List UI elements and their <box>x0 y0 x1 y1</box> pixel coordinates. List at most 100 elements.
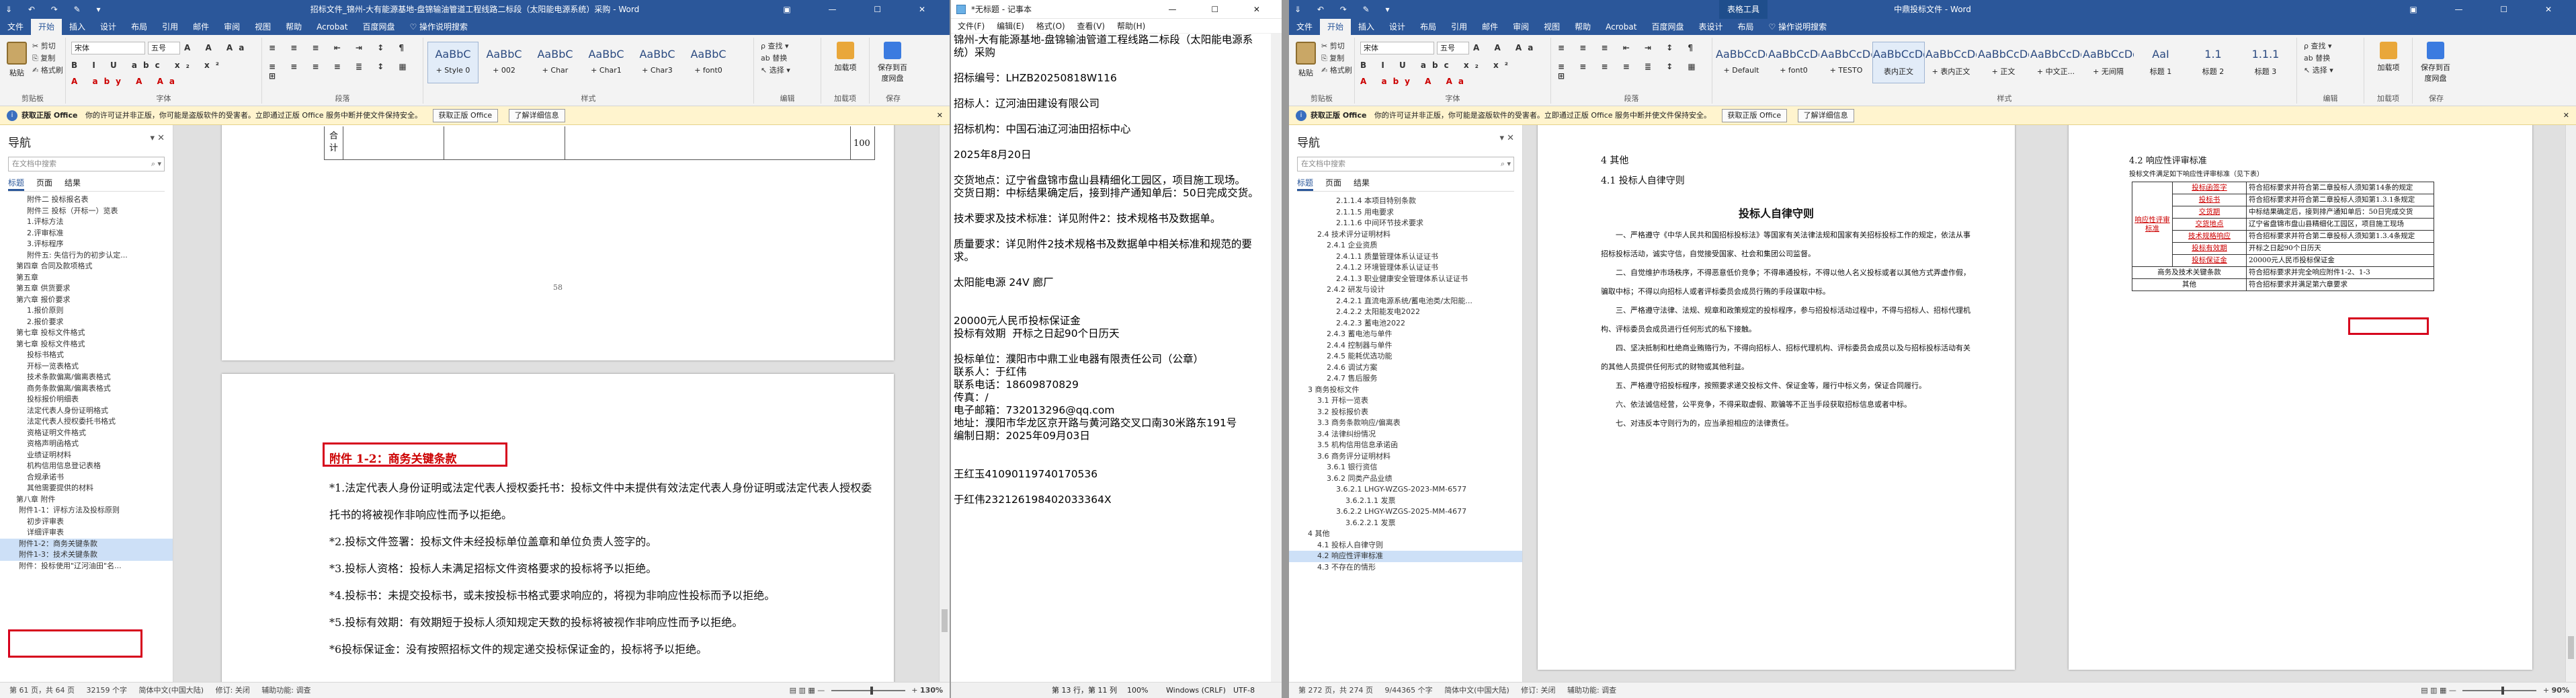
nav-search-input[interactable]: 在文档中搜索 ⌕ ▾ <box>1297 157 1514 171</box>
save-baidu-button[interactable]: 保存到百度网盘 <box>876 42 909 83</box>
nav-heading-item[interactable]: 2.1.1.6 中间环节技术要求 <box>1289 218 1522 229</box>
word-count[interactable]: 32159 个字 <box>86 686 127 695</box>
nav-heading-item[interactable]: 2.4.5 能耗优选功能 <box>1289 351 1522 362</box>
nav-heading-item[interactable]: 4 其他 <box>1289 529 1522 540</box>
style-item[interactable]: AaBbC + Style 0 <box>427 42 479 83</box>
zoom-level[interactable]: 130% <box>920 686 943 695</box>
grow-shrink-font[interactable]: A A Aa <box>184 43 250 52</box>
close-icon[interactable]: ✕ <box>2563 106 2569 124</box>
vertical-scrollbar[interactable] <box>2565 125 2576 682</box>
nav-heading-item[interactable]: 2.4.4 控制器与单件 <box>1289 340 1522 352</box>
tab-help[interactable]: 帮助 <box>1567 19 1598 35</box>
select-button[interactable]: ↖ 选择 ▾ <box>761 65 790 77</box>
paste-button[interactable]: 粘贴 <box>1293 42 1319 82</box>
tab-insert[interactable]: 插入 <box>1351 19 1382 35</box>
window-controls[interactable]: ▣ — ☐ ✕ <box>2409 0 2569 19</box>
nav-heading-item[interactable]: 商务条款偏离/偏离表格式 <box>0 383 173 395</box>
nav-heading-item[interactable]: 3.6.2.1.1 发票 <box>1289 496 1522 507</box>
nav-heading-item[interactable]: 3.4 法律纠纷情况 <box>1289 429 1522 440</box>
font-size-box[interactable]: 五号 <box>1437 42 1469 54</box>
menu-help[interactable]: 帮助(H) <box>1117 22 1145 31</box>
style-item[interactable]: AaBbCcDc + Default <box>1715 42 1768 83</box>
find-button[interactable]: ρ 查找 ▾ <box>761 40 789 52</box>
get-genuine-button[interactable]: 获取正版 Office <box>432 109 499 122</box>
nav-heading-item[interactable]: 法定代表人授权委托书格式 <box>0 416 173 428</box>
font-size-box[interactable]: 五号 <box>148 42 180 54</box>
vertical-scrollbar[interactable] <box>1271 34 1282 682</box>
tab-home[interactable]: 开始 <box>1320 19 1352 35</box>
nav-heading-item[interactable]: 附件：投标使用"辽河油田"名... <box>0 561 173 572</box>
nav-tab-headings[interactable]: 标题 <box>1297 177 1314 191</box>
menu-file[interactable]: 文件(F) <box>958 22 985 31</box>
style-item[interactable]: AaBbCcDd + 中文正... <box>2030 42 2082 83</box>
tab-view[interactable]: 视图 <box>1536 19 1567 35</box>
menu-view[interactable]: 查看(V) <box>1077 22 1106 31</box>
tell-me-search[interactable]: ♡ 操作说明搜索 <box>402 19 475 35</box>
save-baidu-button[interactable]: 保存到百度网盘 <box>2419 42 2452 83</box>
style-item[interactable]: AaBbC + 002 <box>479 42 530 83</box>
notepad-text-area[interactable]: 锦州-大有能源基地-盘锦输油管道工程线路二标段（太阳能电源系统）采购 招标编号：… <box>951 34 1271 682</box>
nav-close-icon[interactable]: ▾ ✕ <box>150 133 165 143</box>
nav-heading-item[interactable]: 1.评标方法 <box>0 217 173 228</box>
tab-view[interactable]: 视图 <box>247 19 278 35</box>
style-item[interactable]: AaBbCcDd + 正文 <box>1977 42 2030 83</box>
nav-heading-item[interactable]: 2.4.7 售后服务 <box>1289 373 1522 385</box>
tab-layout[interactable]: 布局 <box>124 19 155 35</box>
addins-button[interactable]: 加载项 <box>2372 42 2405 73</box>
style-item[interactable]: AaBbC + font0 <box>683 42 734 83</box>
format-painter-button[interactable]: ✍ 格式刷 <box>1321 65 1352 77</box>
style-item[interactable]: AaBbC + Char1 <box>581 42 632 83</box>
nav-heading-item[interactable]: 3.5 机构信用信息承诺函 <box>1289 440 1522 451</box>
nav-heading-item[interactable]: 3.6.2.2 LHGY-WZGS-2025-MM-4677 <box>1289 506 1522 518</box>
nav-heading-item[interactable]: 投标书格式 <box>0 350 173 361</box>
window-controls[interactable]: ▣ — ☐ ✕ <box>783 0 943 19</box>
tell-me-search[interactable]: ♡ 操作说明搜索 <box>1761 19 1835 35</box>
nav-heading-item[interactable]: 3.1 开标一览表 <box>1289 395 1522 407</box>
page-count[interactable]: 第 272 页，共 274 页 <box>1298 686 1373 695</box>
nav-heading-item[interactable]: 附件1-2：商务关键条款 <box>0 538 173 549</box>
tab-acrobat[interactable]: Acrobat <box>1598 19 1644 35</box>
tab-table-design[interactable]: 表设计 <box>1691 19 1730 35</box>
page-count[interactable]: 第 61 页，共 64 页 <box>9 686 75 695</box>
font-color-row[interactable]: A aby A Aa <box>71 77 181 86</box>
vertical-scrollbar[interactable] <box>939 125 950 682</box>
menu-format[interactable]: 格式(O) <box>1036 22 1065 31</box>
nav-heading-item[interactable]: 机构信用信息登记表格 <box>0 461 173 472</box>
nav-heading-item[interactable]: 第四章 合同及款项格式 <box>0 261 173 272</box>
nav-heading-item[interactable]: 初步评审表 <box>0 516 173 528</box>
nav-tab-headings[interactable]: 标题 <box>8 177 25 191</box>
tab-design[interactable]: 设计 <box>1382 19 1413 35</box>
paste-button[interactable]: 粘贴 <box>4 42 30 82</box>
cut-button[interactable]: ✂ 剪切 <box>32 40 56 52</box>
accessibility-status[interactable]: 辅助功能: 调查 <box>261 686 310 695</box>
nav-heading-item[interactable]: 2.4.3 蓄电池与单件 <box>1289 329 1522 340</box>
nav-heading-item[interactable]: 业绩证明材料 <box>0 450 173 461</box>
window-controls[interactable]: — ☐ ✕ <box>1169 0 1276 19</box>
list-indent-row[interactable]: ≡ ≡ ≡ ⇤ ⇥ ↕ ¶ <box>269 43 410 52</box>
tab-acrobat[interactable]: Acrobat <box>309 19 355 35</box>
style-item[interactable]: AaBbC + Char3 <box>632 42 683 83</box>
nav-heading-item[interactable]: 2.4.6 调试方案 <box>1289 362 1522 374</box>
scroll-thumb[interactable] <box>942 609 948 632</box>
nav-heading-item[interactable]: 附件五: 失信行为的初步认定... <box>0 250 173 262</box>
nav-heading-item[interactable]: 第五章 供货要求 <box>0 283 173 295</box>
nav-heading-item[interactable]: 4.3 不存在的情形 <box>1289 562 1522 574</box>
get-genuine-button[interactable]: 获取正版 Office <box>1721 109 1788 122</box>
tab-help[interactable]: 帮助 <box>278 19 309 35</box>
bold-italic-row[interactable]: B I U abc x₂ x² <box>71 61 225 70</box>
tab-baidu[interactable]: 百度网盘 <box>1644 19 1691 35</box>
font-color-row[interactable]: A aby A Aa <box>1360 77 1470 86</box>
zoom-level[interactable]: 90% <box>2552 686 2569 695</box>
nav-heading-item[interactable]: 4.1 投标人自律守则 <box>1289 540 1522 551</box>
tab-mailings[interactable]: 邮件 <box>1474 19 1505 35</box>
tab-review[interactable]: 审阅 <box>1505 19 1536 35</box>
nav-heading-item[interactable]: 2.1.1.5 用电要求 <box>1289 207 1522 219</box>
nav-heading-item[interactable]: 附件1-1：评标方法及投标原则 <box>0 505 173 516</box>
style-item[interactable]: AaBbC + Char <box>530 42 581 83</box>
nav-heading-item[interactable]: 第七章 投标文件格式 <box>0 327 173 339</box>
select-button[interactable]: ↖ 选择 ▾ <box>2304 65 2333 77</box>
font-name-box[interactable]: 宋体 <box>1360 42 1434 54</box>
tab-insert[interactable]: 插入 <box>62 19 93 35</box>
nav-heading-item[interactable]: 3.2 投标报价表 <box>1289 407 1522 418</box>
tab-review[interactable]: 审阅 <box>216 19 247 35</box>
